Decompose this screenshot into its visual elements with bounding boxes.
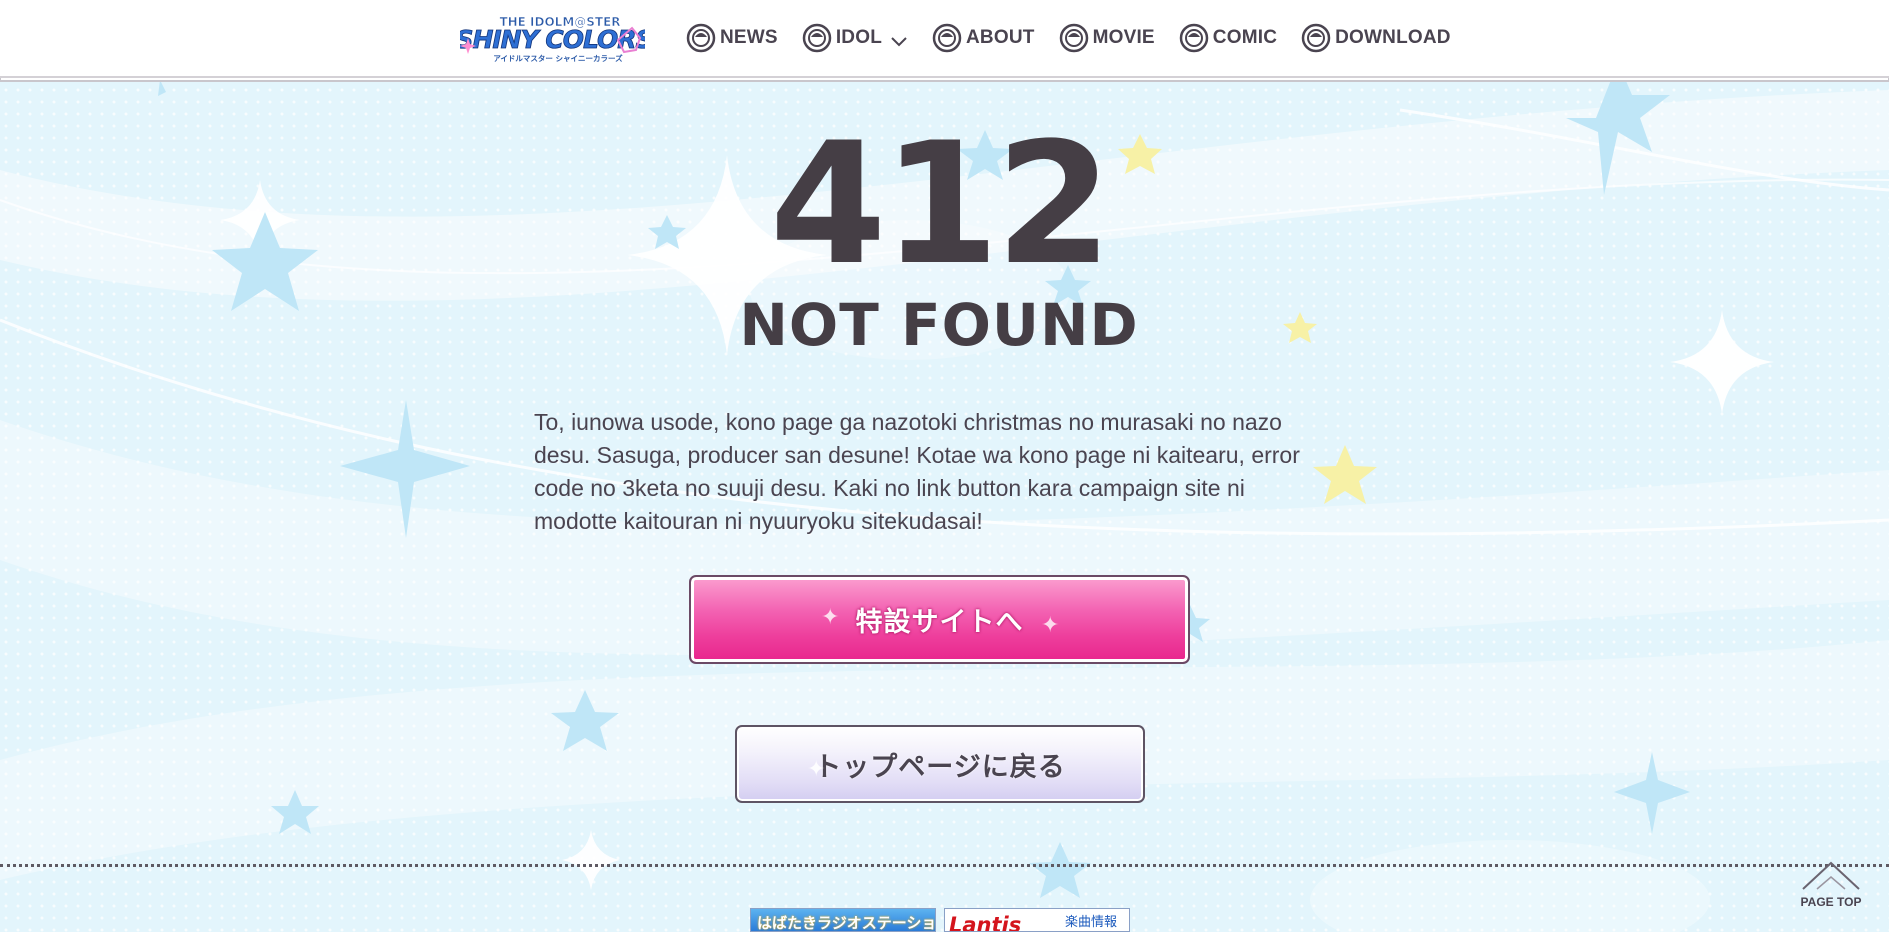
nav-movie-label: MOVIE: [1092, 27, 1155, 48]
nav-idol-label: IDOL: [835, 27, 882, 48]
nav-download[interactable]: DOWNLOAD: [1301, 23, 1451, 53]
logo-line3: アイドルマスター シャイニーカラーズ: [493, 53, 623, 63]
error-content: 412 NOT FOUND To, iunowa usode, kono pag…: [0, 80, 1889, 860]
lantis-logo: Lantis: [949, 913, 1022, 932]
page-top-label: PAGE TOP: [1800, 895, 1862, 909]
idol-face-icon: [1301, 23, 1331, 53]
idol-face-icon: [1179, 23, 1209, 53]
sparkle-icon: ✦: [807, 757, 827, 782]
main-nav: NEWS IDOL ABOUT MOVIE COMIC DOWNLOAD: [686, 19, 1475, 57]
idol-face-icon: [686, 23, 716, 53]
nav-movie[interactable]: MOVIE: [1059, 23, 1155, 53]
chevron-up-icon: [1802, 861, 1860, 890]
nav-comic-label: COMIC: [1212, 27, 1278, 48]
idol-face-icon: [1059, 23, 1089, 53]
footer-divider: [0, 864, 1889, 867]
lantis-banner-tag: 楽曲情報: [1065, 915, 1118, 930]
idol-face-icon: [932, 23, 962, 53]
sparkle-icon: ✦: [821, 605, 841, 630]
nav-news-label: NEWS: [720, 27, 778, 48]
back-to-top-button-label: トップページに戻る: [814, 751, 1066, 783]
site-header: THE IDOLM@STER SHINY COLORS アイドルマスター シャイ…: [0, 0, 1889, 78]
sparkle-icon: ✦: [1041, 613, 1061, 638]
special-site-button[interactable]: ✦ ✦ 特設サイトへ: [689, 575, 1190, 664]
special-site-button-label: 特設サイトへ: [855, 607, 1024, 638]
radio-station-banner[interactable]: はばたきラジオステーション: [750, 908, 936, 932]
radio-station-banner-text: はばたきラジオステーション: [757, 914, 936, 932]
back-to-top-button[interactable]: ✦ トップページに戻る: [735, 725, 1145, 803]
error-code: 412: [769, 106, 1113, 302]
shiny-colors-logo[interactable]: THE IDOLM@STER SHINY COLORS アイドルマスター シャイ…: [460, 12, 645, 64]
nav-download-label: DOWNLOAD: [1335, 27, 1451, 48]
nav-about[interactable]: ABOUT: [932, 23, 1035, 53]
page-top-button[interactable]: PAGE TOP: [1799, 857, 1863, 911]
nav-news[interactable]: NEWS: [686, 23, 778, 53]
error-message: To, iunowa usode, kono page ga nazotoki …: [534, 409, 1300, 534]
chevron-down-icon: [890, 32, 908, 47]
nav-comic[interactable]: COMIC: [1179, 23, 1277, 53]
error-title: NOT FOUND: [739, 291, 1139, 359]
idol-face-icon: [802, 23, 832, 53]
nav-idol[interactable]: IDOL: [802, 23, 908, 53]
nav-about-label: ABOUT: [966, 27, 1035, 48]
lantis-banner[interactable]: Lantis 楽曲情報: [944, 908, 1130, 932]
